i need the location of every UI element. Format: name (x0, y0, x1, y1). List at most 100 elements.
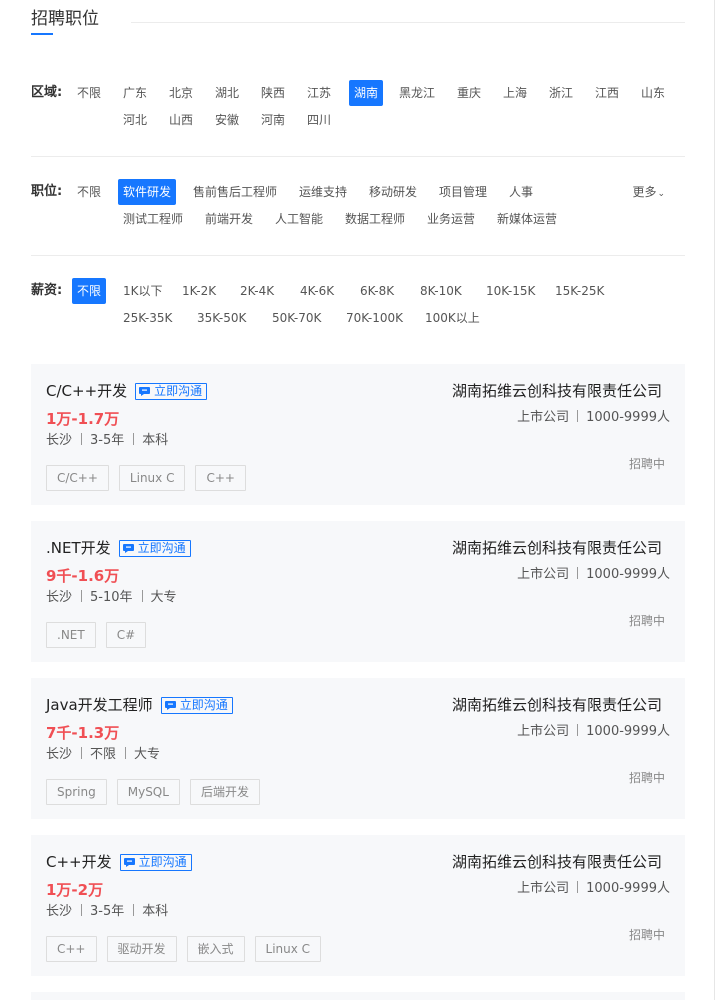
filter-divider (31, 156, 685, 157)
job-tag: Linux C (254, 936, 322, 962)
region-option[interactable]: 陕西 (256, 80, 290, 106)
job-title-line: C/C++开发 立即沟通 (46, 380, 208, 402)
salary-filter-label: 薪资: (31, 283, 63, 298)
region-option[interactable]: 四川 (302, 107, 336, 133)
meta-separator (81, 904, 83, 916)
recruitment-section: 招聘职位 区域: 不限 广东 北京 湖北 陕西 江苏 湖南 黑龙江 重庆 上海 … (31, 0, 685, 1000)
region-option[interactable]: 浙江 (544, 80, 578, 106)
company-name[interactable]: 湖南拓维云创科技有限责任公司 (452, 851, 662, 873)
chat-now-button[interactable]: 立即沟通 (160, 697, 233, 714)
job-card[interactable]: Java开发工程师 立即沟通 7千-1.3万 长沙 不限 大专 Spring MySQL… (31, 678, 685, 819)
position-option[interactable]: 售前售后工程师 (188, 179, 282, 205)
chat-now-button[interactable]: 立即沟通 (118, 540, 191, 557)
more-label: 更多 (632, 185, 657, 199)
job-tag: MySQL (116, 779, 180, 805)
salary-option[interactable]: 70K-100K (341, 305, 408, 331)
position-option[interactable]: 前端开发 (200, 206, 258, 232)
position-option[interactable]: 测试工程师 (118, 206, 188, 232)
position-more-button[interactable]: 更多⌄ (632, 180, 665, 206)
job-title[interactable]: C/C++开发 (46, 382, 127, 400)
region-option[interactable]: 山东 (636, 80, 670, 106)
region-option[interactable]: 安徽 (210, 107, 244, 133)
company-name[interactable]: 湖南拓维云创科技有限责任公司 (452, 380, 662, 402)
salary-option[interactable]: 35K-50K (192, 305, 251, 331)
job-card[interactable]: .NET开发 立即沟通 9千-1.6万 长沙 5-10年 大专 .NET C# 湖南拓维… (31, 521, 685, 662)
region-option[interactable]: 江西 (590, 80, 624, 106)
job-city: 长沙 (46, 904, 73, 919)
job-education: 本科 (142, 904, 169, 919)
salary-option-selected[interactable]: 不限 (72, 278, 107, 304)
salary-option[interactable]: 4K-6K (295, 278, 339, 304)
job-city: 长沙 (46, 433, 73, 448)
position-option[interactable]: 数据工程师 (340, 206, 410, 232)
region-option[interactable]: 河北 (118, 107, 152, 133)
job-title[interactable]: C++开发 (46, 853, 112, 871)
position-option[interactable]: 业务运营 (422, 206, 480, 232)
job-card-partial[interactable] (31, 992, 685, 1000)
region-filter-label: 区域: (31, 85, 63, 100)
region-option[interactable]: 不限 (72, 80, 106, 106)
region-option[interactable]: 河南 (256, 107, 290, 133)
job-experience: 3-5年 (90, 433, 125, 448)
chat-now-button[interactable]: 立即沟通 (119, 854, 192, 871)
salary-option[interactable]: 6K-8K (355, 278, 399, 304)
region-option[interactable]: 北京 (164, 80, 198, 106)
chat-now-button[interactable]: 立即沟通 (135, 383, 208, 400)
salary: 1万-1.7万 (46, 410, 120, 428)
chat-now-label: 立即沟通 (137, 541, 186, 555)
company-size: 1000-9999人 (586, 881, 670, 896)
region-filter: 区域: 不限 广东 北京 湖北 陕西 江苏 湖南 黑龙江 重庆 上海 浙江 江西… (31, 80, 685, 133)
job-card[interactable]: C/C++开发 立即沟通 1万-1.7万 长沙 3-5年 本科 C/C++ Linux … (31, 364, 685, 505)
salary-option[interactable]: 50K-70K (267, 305, 326, 331)
position-option[interactable]: 人事 (504, 179, 538, 205)
position-option[interactable]: 移动研发 (364, 179, 422, 205)
region-option[interactable]: 广东 (118, 80, 152, 106)
job-title[interactable]: Java开发工程师 (46, 696, 153, 714)
salary-option[interactable]: 15K-25K (550, 278, 609, 304)
region-option[interactable]: 上海 (498, 80, 532, 106)
meta-separator (81, 590, 83, 602)
region-option[interactable]: 江苏 (302, 80, 336, 106)
salary-option[interactable]: 1K-2K (177, 278, 221, 304)
job-tags: C/C++ Linux C C++ (46, 465, 256, 491)
region-option[interactable]: 重庆 (452, 80, 486, 106)
position-filter-label: 职位: (31, 184, 63, 199)
job-education: 本科 (142, 433, 169, 448)
meta-separator (81, 747, 83, 759)
salary-option[interactable]: 10K-15K (481, 278, 540, 304)
company-name[interactable]: 湖南拓维云创科技有限责任公司 (452, 694, 662, 716)
region-option[interactable]: 山西 (164, 107, 198, 133)
position-option-selected[interactable]: 软件研发 (118, 179, 177, 205)
salary: 1万-2万 (46, 881, 104, 899)
region-option-selected[interactable]: 湖南 (349, 80, 384, 106)
position-option[interactable]: 人工智能 (270, 206, 328, 232)
chat-bubble-icon (123, 858, 135, 867)
salary-option[interactable]: 1K以下 (118, 278, 168, 304)
salary-option[interactable]: 8K-10K (415, 278, 467, 304)
salary-filter: 薪资: 不限 1K以下 1K-2K 2K-4K 4K-6K 6K-8K 8K-1… (31, 278, 685, 331)
salary-option[interactable]: 25K-35K (118, 305, 177, 331)
region-option[interactable]: 黑龙江 (394, 80, 440, 106)
position-option[interactable]: 不限 (72, 179, 106, 205)
company-size: 1000-9999人 (586, 724, 670, 739)
job-title[interactable]: .NET开发 (46, 539, 111, 557)
salary-option[interactable]: 100K以上 (420, 305, 485, 331)
job-education: 大专 (150, 590, 177, 605)
position-option[interactable]: 新媒体运营 (492, 206, 562, 232)
job-tag: 后端开发 (189, 779, 260, 805)
company-type: 上市公司 (517, 567, 570, 582)
company-meta: 上市公司 1000-9999人 (517, 722, 670, 742)
hiring-status: 招聘中 (628, 457, 665, 471)
salary-option[interactable]: 2K-4K (235, 278, 279, 304)
region-option[interactable]: 湖北 (210, 80, 244, 106)
job-meta: 长沙 不限 大专 (46, 745, 160, 765)
title-accent-bar (31, 33, 53, 35)
job-card[interactable]: C++开发 立即沟通 1万-2万 长沙 3-5年 本科 C++ 驱动开发 嵌入式 Linux… (31, 835, 685, 976)
job-tag: C/C++ (46, 465, 109, 491)
job-tags: Spring MySQL 后端开发 (46, 779, 270, 805)
position-option[interactable]: 项目管理 (434, 179, 492, 205)
meta-separator (577, 410, 579, 422)
chat-bubble-icon (122, 544, 134, 553)
company-name[interactable]: 湖南拓维云创科技有限责任公司 (452, 537, 662, 559)
position-option[interactable]: 运维支持 (294, 179, 352, 205)
